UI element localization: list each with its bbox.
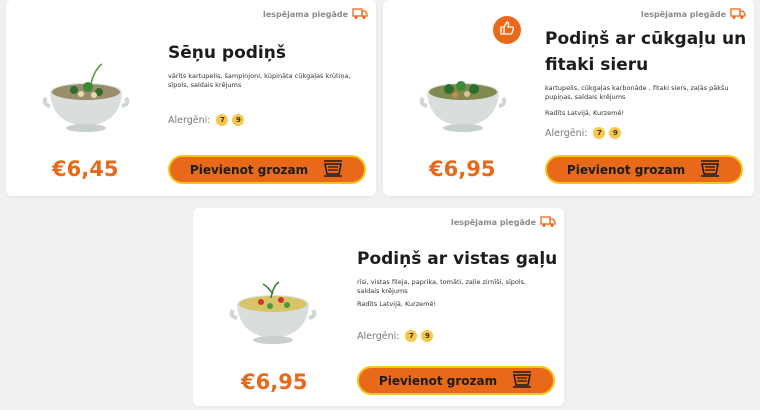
add-to-cart-button[interactable]: Pievienot grozam	[168, 155, 366, 184]
add-to-cart-label: Pievienot grozam	[189, 162, 309, 177]
cart-icon	[322, 159, 344, 180]
product-title: Sēņu podiņš	[168, 43, 286, 63]
delivery-truck-icon	[730, 6, 746, 22]
delivery-label: Iespējama piegāde	[262, 9, 348, 19]
cart-icon	[699, 159, 721, 180]
product-ingredients: rīsi, vistas fileja, paprika, tomāti, za…	[357, 278, 527, 295]
allergen-badge: 7	[405, 330, 418, 342]
product-origin: Radīts Latvijā, Kurzemē!	[357, 300, 437, 308]
allergens: Alergēni: 7 9	[545, 127, 622, 139]
product-price: €6,95	[241, 370, 308, 394]
delivery-label: Iespējama piegāde	[450, 217, 536, 227]
delivery-truck-icon	[352, 6, 368, 22]
product-image	[36, 42, 136, 142]
recommended-badge	[493, 16, 521, 44]
product-ingredients: kartupelis, cūkgaļas karbonāde , fitaki …	[545, 84, 729, 101]
delivery-truck-icon	[540, 214, 556, 230]
product-title: Podiņš ar cūkgaļu un fitaki sieru	[545, 29, 747, 75]
allergens-label: Alergēni:	[168, 114, 211, 126]
add-to-cart-label: Pievienot grozam	[566, 162, 686, 177]
allergen-badge: 9	[421, 330, 434, 342]
product-image	[413, 42, 513, 142]
add-to-cart-button[interactable]: Pievienot grozam	[357, 366, 555, 395]
allergen-badge: 9	[609, 127, 622, 139]
add-to-cart-button[interactable]: Pievienot grozam	[545, 155, 743, 184]
delivery-label: Iespējama piegāde	[640, 9, 726, 19]
delivery-available: Iespējama piegāde	[641, 6, 746, 22]
allergen-badge: 7	[216, 114, 229, 126]
delivery-available: Iespējama piegāde	[451, 214, 556, 230]
allergens: Alergēni: 7 9	[357, 330, 434, 342]
allergen-badge: 7	[593, 127, 606, 139]
product-ingredients: vārīts kartupelis, šampinjoni, kūpināta …	[168, 72, 351, 89]
product-card: Iespējama piegāde Sēņu podiņš vārīts kar…	[6, 0, 376, 196]
product-card: Iespējama piegāde Podiņš ar cūkgaļu un f…	[383, 0, 754, 196]
product-title: Podiņš ar vistas gaļu	[357, 249, 558, 269]
cart-icon	[511, 370, 533, 391]
product-price: €6,45	[52, 157, 119, 181]
thumbs-up-icon	[499, 20, 515, 40]
allergens-label: Alergēni:	[357, 330, 400, 342]
product-card: Iespējama piegāde Podiņš ar vistas gaļu …	[193, 208, 564, 406]
allergen-badge: 9	[232, 114, 245, 126]
add-to-cart-label: Pievienot grozam	[378, 373, 498, 388]
product-origin: Radīts Latvijā, Kurzemē!	[545, 109, 625, 117]
product-image	[223, 254, 323, 354]
allergens-label: Alergēni:	[545, 127, 588, 139]
allergens: Alergēni: 7 9	[168, 114, 245, 126]
product-price: €6,95	[429, 157, 496, 181]
delivery-available: Iespējama piegāde	[263, 6, 368, 22]
